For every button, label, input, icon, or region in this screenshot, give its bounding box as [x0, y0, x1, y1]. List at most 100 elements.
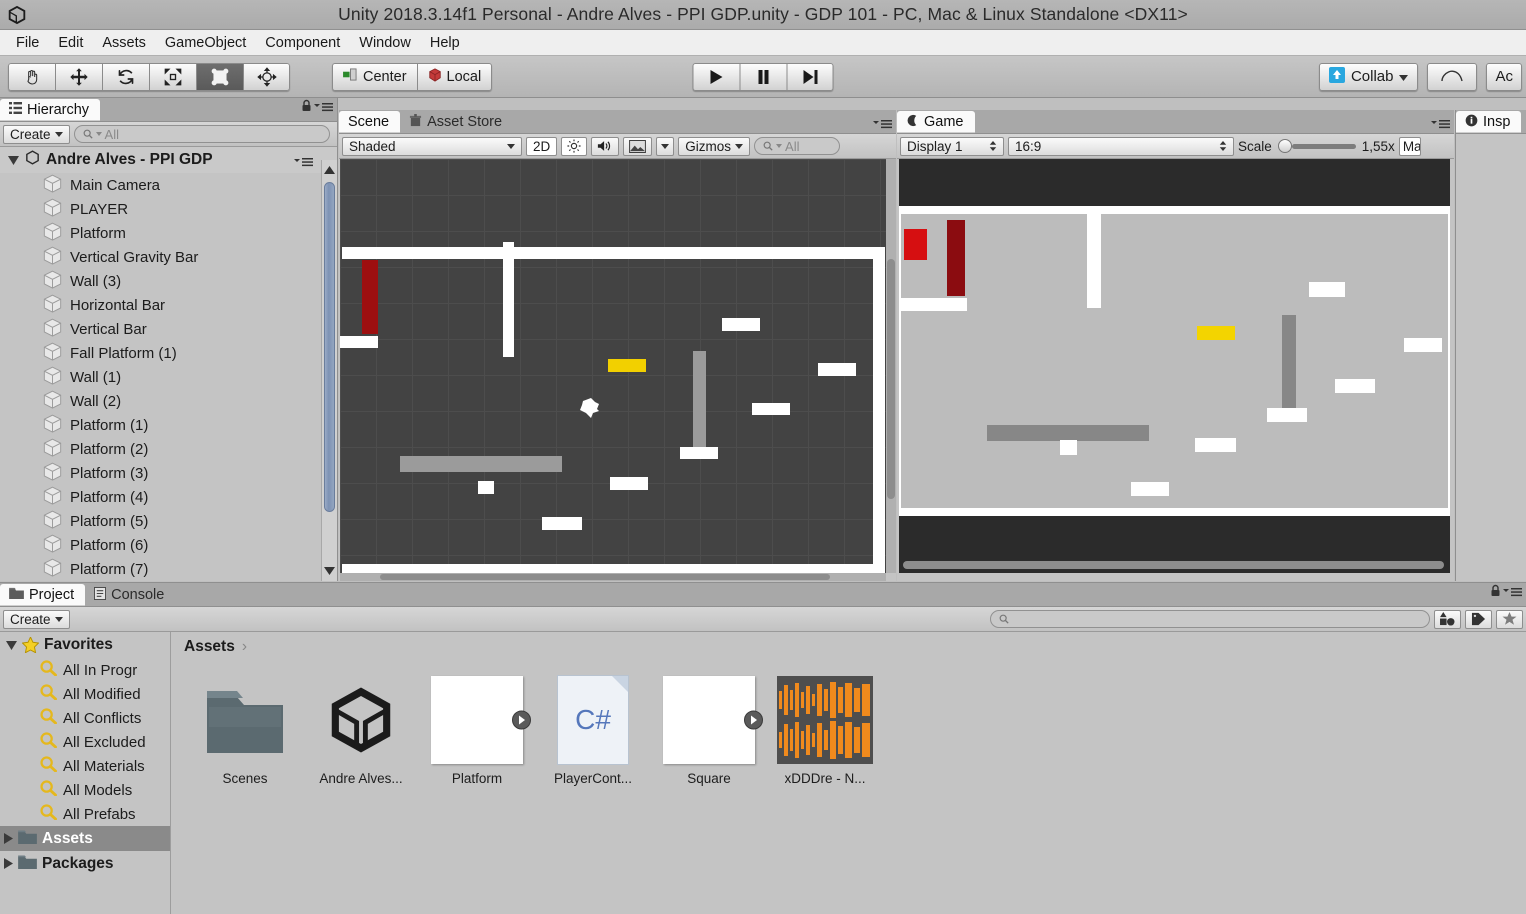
hierarchy-item[interactable]: Platform (1): [0, 413, 337, 437]
scene-object-platform-upper-right[interactable]: [722, 318, 760, 331]
game-scrollbar[interactable]: [903, 561, 1444, 569]
scene-object-red-bar[interactable]: [362, 260, 378, 334]
scene-tab-options[interactable]: [873, 119, 892, 129]
favorites-item[interactable]: All Conflicts: [0, 706, 170, 730]
game-tab-options[interactable]: [1431, 119, 1450, 129]
game-viewport[interactable]: [899, 159, 1450, 573]
game-maximize-toggle[interactable]: Ma: [1398, 136, 1421, 156]
favorites-item[interactable]: All Prefabs: [0, 802, 170, 826]
hierarchy-scene-root[interactable]: Andre Alves - PPI GDP: [0, 147, 337, 173]
scale-tool-button[interactable]: [149, 62, 196, 91]
hierarchy-item[interactable]: Main Camera: [0, 173, 337, 197]
project-search-input[interactable]: [990, 610, 1430, 628]
scene-object-platform-under-bar[interactable]: [680, 447, 718, 459]
asset-thumbnail[interactable]: [197, 676, 293, 764]
panel-menu-icon[interactable]: [314, 99, 333, 117]
hierarchy-item[interactable]: Platform (4): [0, 485, 337, 509]
favorites-item[interactable]: All Modified: [0, 682, 170, 706]
hierarchy-scrollbar[interactable]: [321, 160, 337, 581]
hierarchy-item[interactable]: Platform (3): [0, 461, 337, 485]
asset-thumbnail[interactable]: [777, 676, 873, 764]
scene-object-player-character[interactable]: [577, 397, 603, 419]
hierarchy-search-input[interactable]: All: [73, 125, 330, 143]
asset-item[interactable]: C# PlayerCont...: [544, 675, 642, 786]
pivot-mode-button[interactable]: Center: [332, 62, 417, 91]
asset-item[interactable]: Andre Alves...: [312, 676, 410, 786]
collapse-triangle-icon[interactable]: [4, 833, 13, 844]
menu-file[interactable]: File: [8, 32, 47, 54]
move-tool-button[interactable]: [55, 62, 102, 91]
scene-audio-toggle[interactable]: [591, 136, 620, 156]
scene-context-menu-icon[interactable]: [294, 154, 313, 172]
breadcrumb-assets[interactable]: Assets: [184, 638, 235, 656]
asset-item[interactable]: xDDDre - N...: [776, 676, 874, 786]
scene-draw-mode-dropdown[interactable]: Shaded: [342, 136, 522, 156]
hierarchy-item[interactable]: Platform (2): [0, 437, 337, 461]
hierarchy-item[interactable]: Platform (6): [0, 533, 337, 557]
asset-item[interactable]: Scenes: [196, 676, 294, 786]
hierarchy-item[interactable]: Fall Platform (1): [0, 341, 337, 365]
hierarchy-item[interactable]: Wall (2): [0, 389, 337, 413]
project-tab-options[interactable]: [1490, 584, 1522, 602]
scene-object-yellow-platform[interactable]: [608, 359, 646, 372]
pause-button[interactable]: [739, 62, 787, 91]
project-folder-assets[interactable]: Assets: [0, 826, 170, 851]
menu-window[interactable]: Window: [351, 32, 419, 54]
menu-assets[interactable]: Assets: [94, 32, 154, 54]
collapse-triangle-icon[interactable]: [4, 858, 13, 869]
asset-thumbnail[interactable]: [313, 676, 409, 764]
tab-game[interactable]: Game: [897, 111, 975, 133]
game-display-dropdown[interactable]: Display 1: [900, 136, 1004, 156]
scene-object-platform-bottom[interactable]: [542, 517, 582, 530]
scene-gizmos-dropdown[interactable]: Gizmos: [678, 136, 751, 156]
scene-horizontal-scrollbar[interactable]: [340, 573, 886, 581]
menu-gameobject[interactable]: GameObject: [157, 32, 254, 54]
step-button[interactable]: [786, 62, 834, 91]
hierarchy-item[interactable]: Horizontal Bar: [0, 293, 337, 317]
scene-effects-toggle[interactable]: [623, 136, 653, 156]
scene-object-gray-vertical-bar[interactable]: [693, 351, 706, 456]
tab-inspector[interactable]: Insp: [1456, 111, 1522, 133]
rotate-tool-button[interactable]: [102, 62, 149, 91]
scroll-down-arrow[interactable]: [322, 561, 337, 581]
tab-console[interactable]: Console: [85, 584, 176, 606]
scene-search-input[interactable]: All: [754, 137, 841, 155]
hierarchy-item[interactable]: PLAYER: [0, 197, 337, 221]
scene-object-left-ledge[interactable]: [340, 336, 378, 348]
project-folder-packages[interactable]: Packages: [0, 851, 170, 876]
scene-object-floor[interactable]: [342, 564, 885, 573]
scene-object-platform-mid-right[interactable]: [752, 403, 790, 415]
transform-tool-button[interactable]: [243, 62, 290, 91]
asset-thumbnail[interactable]: [661, 676, 763, 764]
hierarchy-tab-options[interactable]: [301, 99, 333, 117]
filter-by-label-button[interactable]: [1465, 609, 1492, 629]
hierarchy-item[interactable]: Vertical Gravity Bar: [0, 245, 337, 269]
menu-edit[interactable]: Edit: [50, 32, 91, 54]
prefab-dropdown-icon[interactable]: [512, 710, 531, 730]
hierarchy-item[interactable]: Platform: [0, 221, 337, 245]
game-scale-control[interactable]: Scale 1,55x: [1238, 139, 1395, 154]
hierarchy-scroll-thumb[interactable]: [324, 182, 335, 512]
expand-triangle-icon[interactable]: [8, 155, 19, 165]
scene-object-platform-far-right[interactable]: [818, 363, 856, 376]
scene-vertical-scrollbar[interactable]: [886, 159, 896, 573]
project-create-button[interactable]: Create: [3, 609, 70, 629]
hierarchy-item[interactable]: Platform (7): [0, 557, 337, 581]
game-scale-slider[interactable]: [1277, 139, 1356, 153]
favorites-item[interactable]: All In Progr: [0, 658, 170, 682]
space-mode-button[interactable]: Local: [416, 62, 493, 91]
tab-asset-store[interactable]: Asset Store: [400, 111, 514, 133]
hierarchy-create-button[interactable]: Create: [3, 124, 70, 144]
scene-object-right-wall[interactable]: [873, 247, 885, 573]
prefab-dropdown-icon[interactable]: [744, 710, 763, 730]
hand-tool-button[interactable]: [8, 62, 55, 91]
lock-icon[interactable]: [301, 99, 312, 117]
asset-item[interactable]: Platform: [428, 676, 531, 786]
favorites-root[interactable]: Favorites: [0, 632, 170, 658]
favorites-item[interactable]: All Excluded: [0, 730, 170, 754]
account-button[interactable]: Ac: [1486, 62, 1522, 91]
tab-scene[interactable]: Scene: [339, 111, 401, 133]
asset-thumbnail[interactable]: [429, 676, 531, 764]
cloud-services-button[interactable]: [1427, 62, 1478, 91]
favorites-item[interactable]: All Materials: [0, 754, 170, 778]
